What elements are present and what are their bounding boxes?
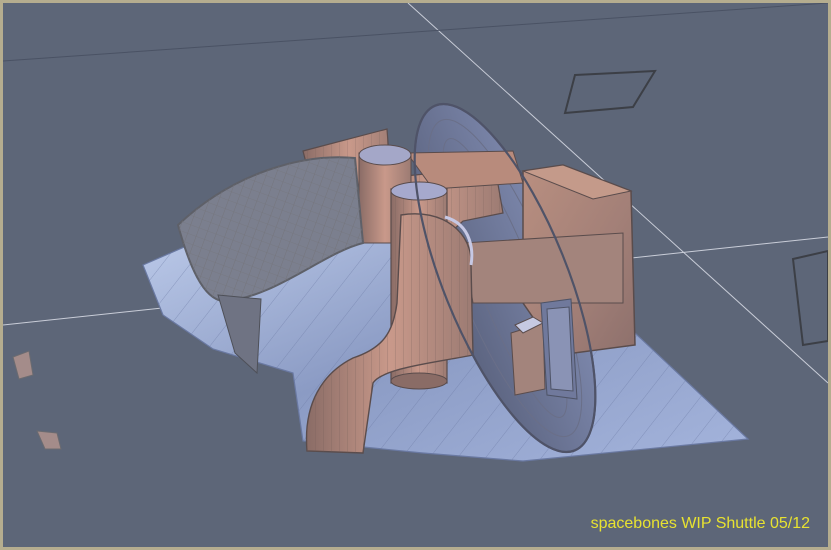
floating-quad-outline [563,69,657,115]
viewport-caption: spacebones WIP Shuttle 05/12 [590,515,810,532]
3d-viewport[interactable]: spacebones WIP Shuttle 05/12 [3,3,828,547]
wireframe-scene[interactable] [3,3,828,547]
edge-shape [791,249,828,347]
mesh-fragment-left [12,350,62,450]
